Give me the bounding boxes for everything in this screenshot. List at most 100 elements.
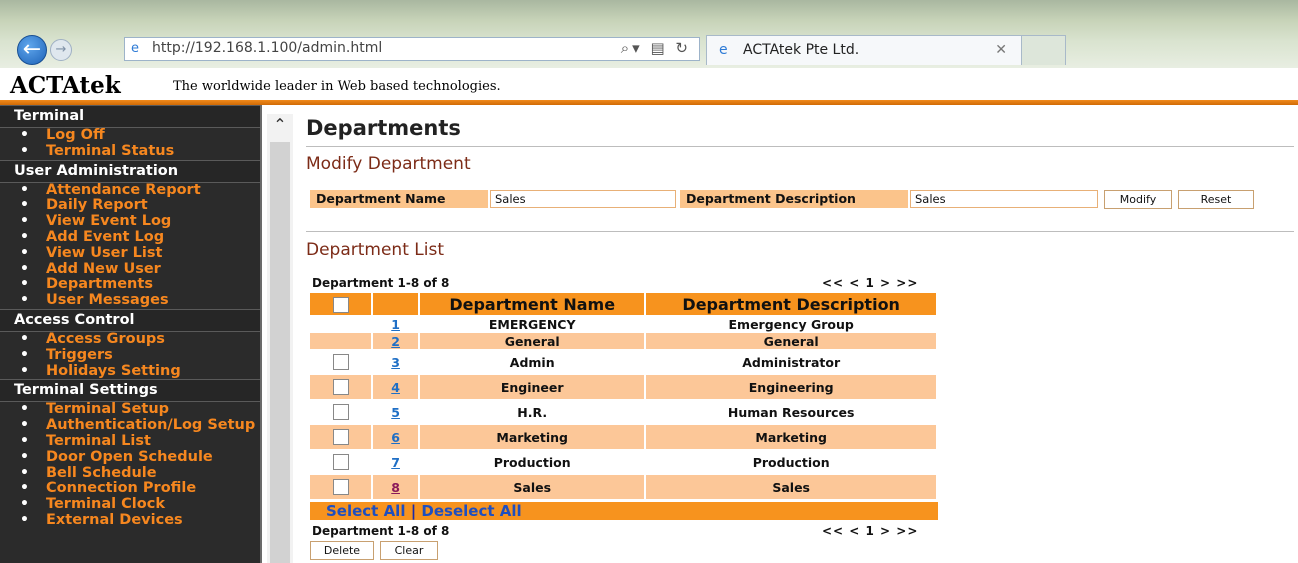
row-checkbox-cell[interactable] bbox=[310, 475, 372, 499]
sidebar-item-attendance-report[interactable]: Attendance Report bbox=[20, 182, 260, 199]
sidebar-item-terminal-clock[interactable]: Terminal Clock bbox=[20, 496, 260, 513]
department-name-cell: General bbox=[420, 333, 645, 349]
deselect-all-link[interactable]: Deselect All bbox=[421, 502, 521, 520]
sidebar-section-user-administration: User Administration bbox=[0, 159, 260, 183]
department-list-heading: Department List bbox=[306, 240, 444, 260]
department-name-cell: EMERGENCY bbox=[420, 316, 645, 332]
delete-button[interactable]: Delete bbox=[310, 541, 374, 560]
department-name-cell: H.R. bbox=[420, 400, 645, 424]
sidebar-item-user-messages[interactable]: User Messages bbox=[20, 292, 260, 309]
row-checkbox-cell[interactable] bbox=[310, 425, 372, 449]
department-name-cell: Marketing bbox=[420, 425, 645, 449]
table-row: 6 Marketing Marketing bbox=[310, 425, 936, 449]
row-number[interactable]: 1 bbox=[373, 316, 419, 332]
sidebar-item-departments[interactable]: Departments bbox=[20, 276, 260, 293]
main-content: Departments Modify Department Department… bbox=[306, 110, 1298, 563]
row-number[interactable]: 5 bbox=[373, 400, 419, 424]
number-column-header bbox=[373, 293, 419, 315]
row-checkbox[interactable] bbox=[332, 429, 349, 446]
row-number-link[interactable]: 1 bbox=[391, 317, 400, 332]
table-row: 7 Production Production bbox=[310, 450, 936, 474]
sidebar-item-add-new-user[interactable]: Add New User bbox=[20, 261, 260, 278]
department-description-label: Department Description bbox=[680, 190, 908, 208]
row-checkbox[interactable] bbox=[332, 404, 349, 421]
sidebar: Terminal Log Off Terminal Status User Ad… bbox=[0, 105, 262, 563]
sidebar-item-triggers[interactable]: Triggers bbox=[20, 347, 260, 364]
row-number-link[interactable]: 2 bbox=[391, 334, 400, 349]
reset-button[interactable]: Reset bbox=[1178, 190, 1254, 209]
forward-arrow-icon[interactable]: → bbox=[50, 39, 72, 61]
list-divider bbox=[306, 231, 1294, 232]
row-number-link[interactable]: 7 bbox=[391, 455, 400, 470]
row-number[interactable]: 3 bbox=[373, 350, 419, 374]
row-number-link[interactable]: 4 bbox=[391, 380, 400, 395]
column-header-department-description[interactable]: Department Description bbox=[646, 293, 936, 315]
sidebar-item-add-event-log[interactable]: Add Event Log bbox=[20, 229, 260, 246]
header-checkbox[interactable] bbox=[332, 297, 349, 313]
sidebar-item-view-user-list[interactable]: View User List bbox=[20, 245, 260, 262]
department-description-field[interactable]: Sales bbox=[910, 190, 1098, 208]
row-number-link[interactable]: 5 bbox=[391, 405, 400, 420]
sidebar-item-authentication-log-setup[interactable]: Authentication/Log Setup bbox=[20, 417, 260, 434]
modify-button[interactable]: Modify bbox=[1104, 190, 1172, 209]
row-checkbox-cell[interactable] bbox=[310, 450, 372, 474]
pagination-bottom[interactable]: << < 1 > >> bbox=[822, 524, 918, 538]
sidebar-item-log-off[interactable]: Log Off bbox=[20, 127, 260, 144]
pagination[interactable]: << < 1 > >> bbox=[822, 276, 918, 290]
sidebar-item-door-open-schedule[interactable]: Door Open Schedule bbox=[20, 449, 260, 466]
row-number[interactable]: 4 bbox=[373, 375, 419, 399]
row-checkbox[interactable] bbox=[332, 454, 349, 471]
row-number[interactable]: 6 bbox=[373, 425, 419, 449]
scroll-up-chevron-icon[interactable]: ⌃ bbox=[267, 114, 293, 138]
sidebar-item-terminal-status[interactable]: Terminal Status bbox=[20, 143, 260, 160]
row-number[interactable]: 2 bbox=[373, 333, 419, 349]
department-description-cell: Marketing bbox=[646, 425, 936, 449]
department-name-field[interactable]: Sales bbox=[490, 190, 676, 208]
row-checkbox[interactable] bbox=[332, 379, 349, 396]
department-description-cell: Production bbox=[646, 450, 936, 474]
address-bar[interactable]: e http://192.168.1.100/admin.html ⌕▾ ▤ ↻ bbox=[124, 37, 700, 61]
select-all-checkbox-header[interactable] bbox=[310, 293, 372, 315]
ie-page-icon: e bbox=[131, 41, 139, 56]
select-all-link[interactable]: Select All bbox=[326, 502, 405, 520]
department-table: Department Name Department Description 1… bbox=[308, 292, 938, 500]
back-arrow-icon[interactable]: ← bbox=[17, 35, 47, 65]
sidebar-item-daily-report[interactable]: Daily Report bbox=[20, 197, 260, 214]
sidebar-item-external-devices[interactable]: External Devices bbox=[20, 512, 260, 529]
search-refresh-icons[interactable]: ⌕▾ ▤ ↻ bbox=[621, 39, 691, 57]
row-number-link[interactable]: 6 bbox=[391, 430, 400, 445]
department-name-label: Department Name bbox=[310, 190, 488, 208]
table-row: 1 EMERGENCY Emergency Group bbox=[310, 316, 936, 332]
new-tab-button[interactable] bbox=[1022, 35, 1066, 65]
row-number[interactable]: 8 bbox=[373, 475, 419, 499]
sidebar-item-access-groups[interactable]: Access Groups bbox=[20, 331, 260, 348]
department-description-cell: Emergency Group bbox=[646, 316, 936, 332]
row-checkbox-cell[interactable] bbox=[310, 375, 372, 399]
row-number[interactable]: 7 bbox=[373, 450, 419, 474]
row-checkbox[interactable] bbox=[332, 479, 349, 496]
sidebar-item-terminal-setup[interactable]: Terminal Setup bbox=[20, 401, 260, 418]
address-url[interactable]: http://192.168.1.100/admin.html bbox=[152, 40, 382, 56]
row-checkbox-cell[interactable] bbox=[310, 400, 372, 424]
scroll-thumb[interactable] bbox=[270, 142, 290, 563]
sidebar-item-view-event-log[interactable]: View Event Log bbox=[20, 213, 260, 230]
column-header-department-name[interactable]: Department Name bbox=[420, 293, 645, 315]
table-row: 8 Sales Sales bbox=[310, 475, 936, 499]
department-description-cell: Sales bbox=[646, 475, 936, 499]
close-tab-icon[interactable]: ✕ bbox=[995, 42, 1007, 58]
department-count: Department 1-8 of 8 bbox=[312, 276, 450, 290]
department-description-cell: Engineering bbox=[646, 375, 936, 399]
sidebar-item-holidays-setting[interactable]: Holidays Setting bbox=[20, 363, 260, 380]
clear-button[interactable]: Clear bbox=[380, 541, 438, 560]
sidebar-item-terminal-list[interactable]: Terminal List bbox=[20, 433, 260, 450]
browser-chrome: ← → e http://192.168.1.100/admin.html ⌕▾… bbox=[0, 0, 1298, 68]
row-number-link[interactable]: 3 bbox=[391, 355, 400, 370]
row-checkbox[interactable] bbox=[332, 354, 349, 371]
browser-tab[interactable]: e ACTAtek Pte Ltd. ✕ bbox=[706, 35, 1022, 65]
sidebar-item-connection-profile[interactable]: Connection Profile bbox=[20, 480, 260, 497]
page-scrollbar[interactable]: ⌃ bbox=[267, 114, 293, 563]
row-number-link[interactable]: 8 bbox=[391, 480, 400, 495]
sidebar-item-bell-schedule[interactable]: Bell Schedule bbox=[20, 465, 260, 482]
selection-bar: Select All | Deselect All bbox=[310, 502, 938, 520]
row-checkbox-cell[interactable] bbox=[310, 350, 372, 374]
